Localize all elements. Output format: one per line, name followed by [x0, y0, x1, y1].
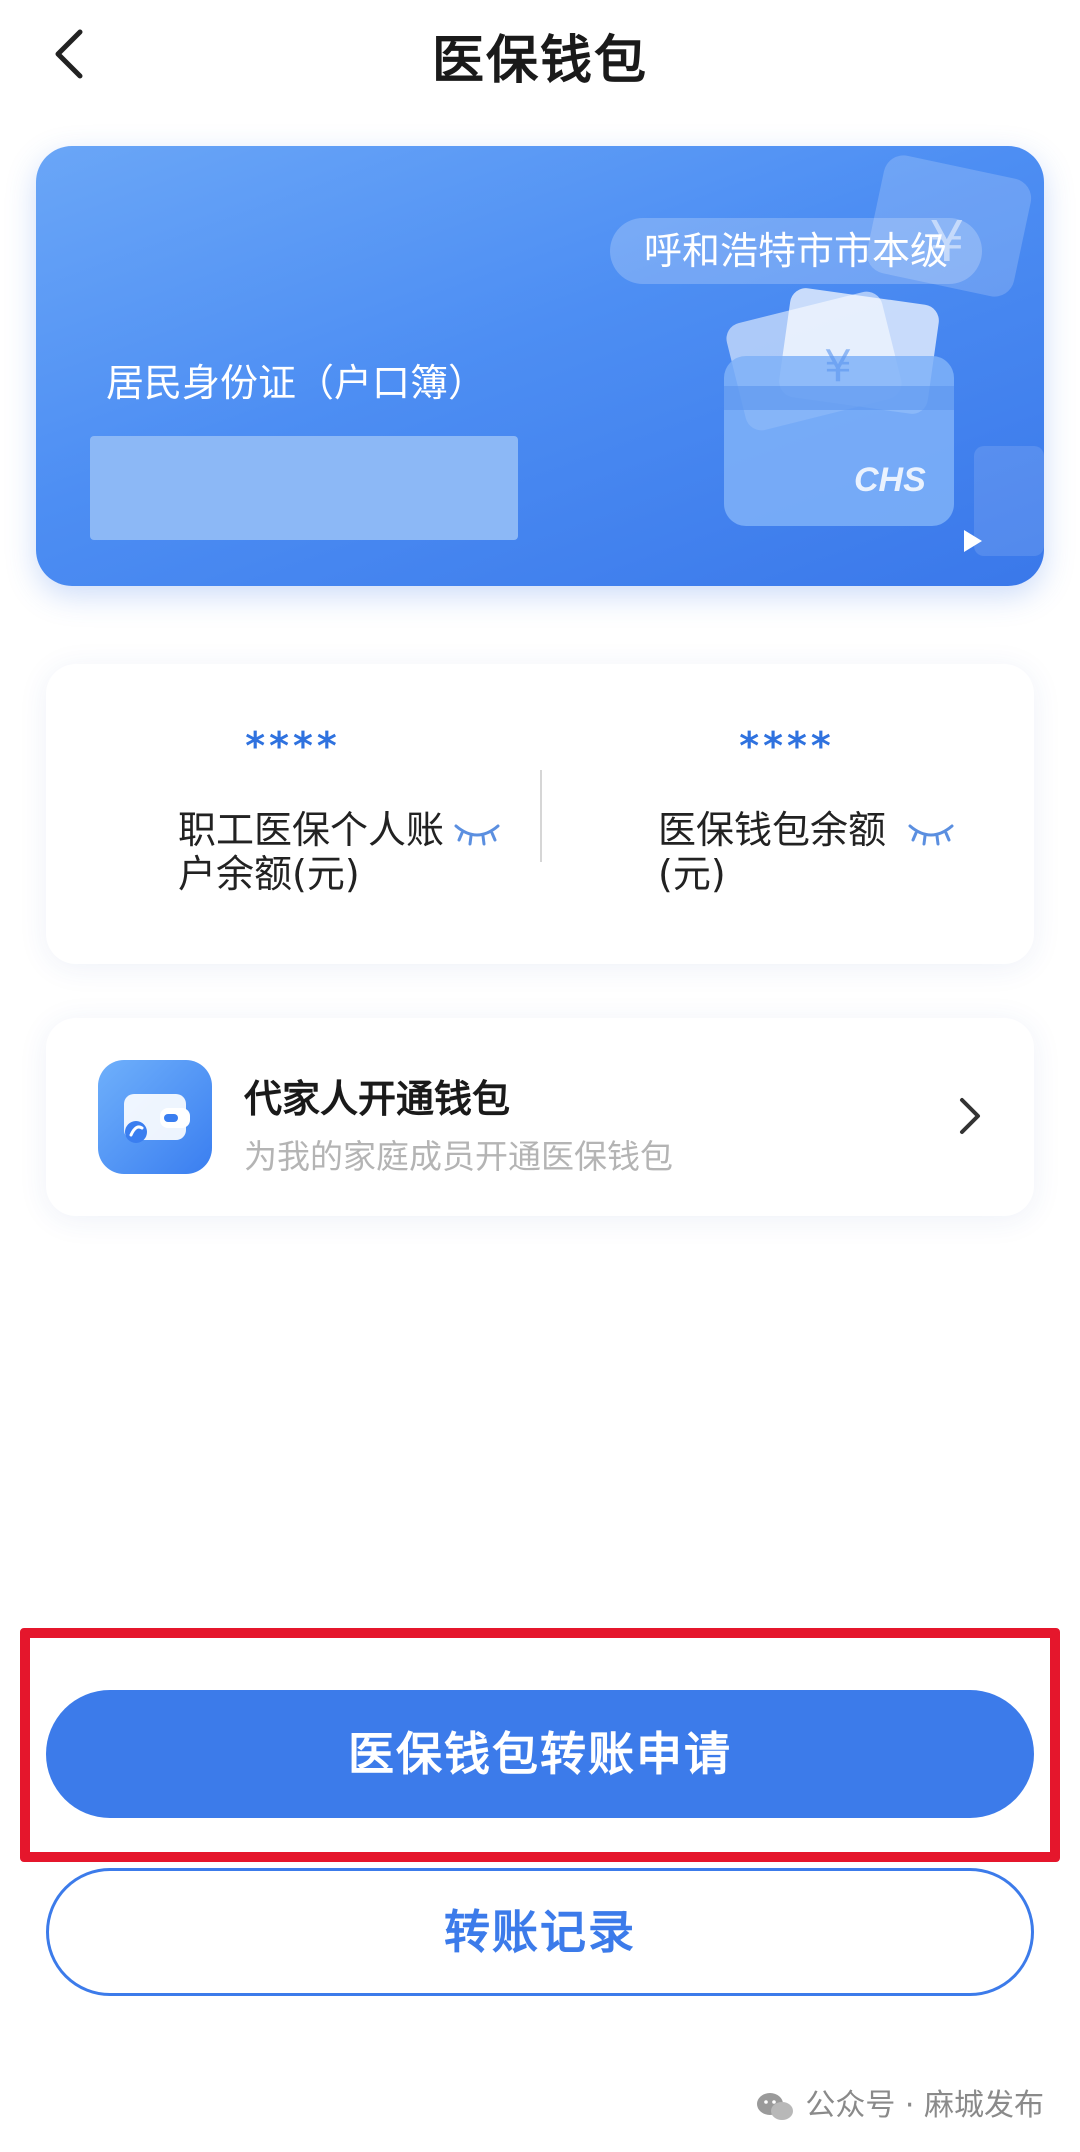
insurance-card[interactable]: CHS ¥ ¥ 呼和浩特市市本级 居民身份证（户口簿）: [36, 146, 1044, 586]
employee-account-balance: **** 职工医保个人账户余额(元): [46, 664, 540, 964]
wallet-icon: [98, 1060, 212, 1174]
family-wallet-title: 代家人开通钱包: [244, 1077, 511, 1121]
chs-logo: CHS: [854, 461, 926, 499]
wechat-icon: [757, 2092, 794, 2120]
family-wallet-subtitle: 为我的家庭成员开通医保钱包: [244, 1137, 673, 1176]
family-wallet-entry[interactable]: 代家人开通钱包 为我的家庭成员开通医保钱包: [46, 1018, 1034, 1216]
balance-masked-value: ****: [739, 724, 835, 768]
id-type-label: 居民身份证（户口簿）: [106, 361, 487, 405]
svg-text:¥: ¥: [824, 341, 852, 392]
balance-label: 职工医保个人账户余额(元): [178, 808, 445, 896]
eye-closed-icon[interactable]: [906, 820, 956, 850]
balance-label: 医保钱包余额(元): [658, 808, 887, 896]
transfer-records-button[interactable]: 转账记录: [46, 1868, 1034, 1996]
masked-id-number: [90, 436, 518, 540]
transfer-apply-button[interactable]: 医保钱包转账申请: [46, 1690, 1034, 1818]
watermark-text: 公众号 · 麻城发布: [805, 2088, 1044, 2123]
balance-panel: **** 职工医保个人账户余额(元) **** 医保钱包余额(元): [46, 664, 1034, 964]
watermark: 公众号 · 麻城发布: [755, 2084, 1044, 2128]
wallet-balance: **** 医保钱包余额(元): [540, 664, 1034, 964]
play-icon[interactable]: [962, 528, 984, 554]
balance-masked-value: ****: [245, 724, 341, 768]
region-badge: 呼和浩特市市本级: [609, 218, 982, 284]
card-illustration: CHS ¥ ¥: [724, 155, 1044, 556]
eye-closed-icon[interactable]: [452, 820, 502, 850]
top-bar: 医保钱包: [0, 0, 1080, 110]
page-title: 医保钱包: [431, 31, 648, 91]
chevron-right-icon: [960, 1098, 980, 1134]
